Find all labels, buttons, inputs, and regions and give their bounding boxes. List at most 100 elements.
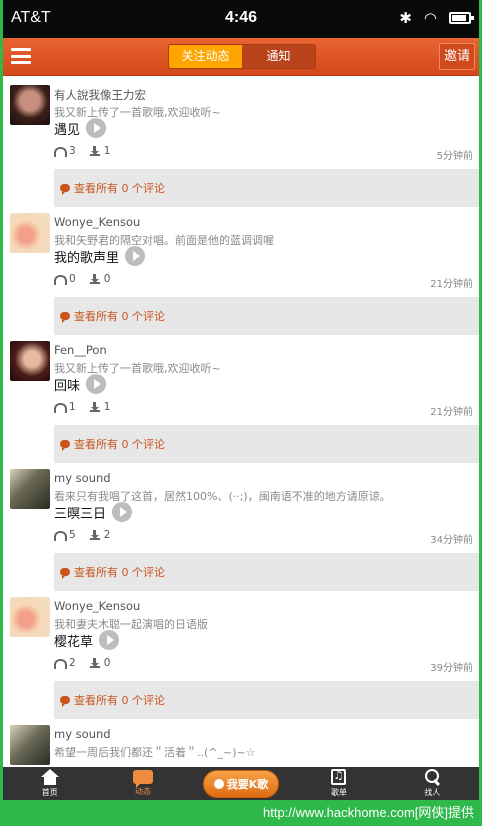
- play-icon[interactable]: [86, 118, 107, 138]
- avatar[interactable]: [10, 213, 50, 253]
- tab-switcher: 关注动态 通知: [168, 44, 316, 69]
- username[interactable]: my sound: [54, 471, 111, 485]
- comments-link[interactable]: 查看所有 0 个评论: [54, 169, 479, 207]
- username[interactable]: Fen__Pon: [54, 343, 107, 357]
- avatar[interactable]: [10, 725, 50, 765]
- post-description: 希望一周后我们都还＂活着＂..(^_~)~☆: [54, 746, 256, 759]
- song-title[interactable]: 三暝三日: [54, 503, 106, 522]
- invite-button[interactable]: 邀请: [439, 43, 475, 70]
- comments-label: 查看所有 0 个评论: [74, 694, 165, 707]
- username[interactable]: Wonye_Kensou: [54, 215, 140, 229]
- nav-home[interactable]: 首页: [3, 767, 96, 800]
- menu-icon[interactable]: [11, 46, 31, 66]
- song-title[interactable]: 遇见: [54, 119, 80, 138]
- download-count: 0: [103, 657, 111, 669]
- play-icon[interactable]: [125, 246, 146, 266]
- download-icon: [89, 402, 100, 412]
- comments-link[interactable]: 查看所有 0 个评论: [54, 553, 479, 591]
- song-title-row: 樱花草: [54, 630, 120, 650]
- headphones-icon: [54, 146, 67, 157]
- comments-label: 查看所有 0 个评论: [74, 182, 165, 195]
- chat-bubble-icon: [132, 770, 153, 788]
- feed-item: my sound 希望一周后我们都还＂活着＂..(^_~)~☆: [3, 717, 479, 767]
- avatar[interactable]: [10, 597, 50, 637]
- comment-bubble-icon: [60, 440, 70, 451]
- home-icon: [40, 769, 59, 785]
- download-icon: [89, 146, 100, 156]
- top-bar: 关注动态 通知 邀请: [3, 38, 479, 76]
- song-stats: 3 1: [54, 145, 110, 157]
- bottom-nav: 首页 动态 我要K歌 歌单 找人: [3, 767, 479, 800]
- song-title-row: 回味: [54, 374, 107, 394]
- feed-item: Wonye_Kensou 我和矢野君的隔空对唱。前面是他的蓝调调喔 我的歌声里 …: [3, 205, 479, 335]
- post-time: 21分钟前: [430, 407, 473, 418]
- play-icon[interactable]: [86, 374, 107, 394]
- song-stats: 2 0: [54, 657, 110, 669]
- comments-link[interactable]: 查看所有 0 个评论: [54, 425, 479, 463]
- download-icon: [89, 530, 100, 540]
- play-count: 2: [69, 657, 76, 669]
- avatar[interactable]: [10, 469, 50, 509]
- play-count: 3: [69, 145, 76, 157]
- post-time: 21分钟前: [430, 279, 473, 290]
- song-title-row: 遇见: [54, 118, 107, 138]
- nav-songlist[interactable]: 歌单: [292, 767, 385, 800]
- comments-link[interactable]: 查看所有 0 个评论: [54, 681, 479, 719]
- comment-bubble-icon: [60, 696, 70, 707]
- download-count: 0: [103, 273, 111, 285]
- play-icon[interactable]: [112, 502, 133, 522]
- play-icon[interactable]: [99, 630, 120, 650]
- avatar[interactable]: [10, 85, 50, 125]
- feed-item: 有人說我像王力宏 我又新上传了一首歌哦,欢迎收听~ 遇见 3 1 5分钟前 查看…: [3, 77, 479, 207]
- sing-karaoke-button[interactable]: 我要K歌: [202, 769, 279, 798]
- search-icon: [423, 769, 441, 785]
- comments-label: 查看所有 0 个评论: [74, 438, 165, 451]
- username[interactable]: Wonye_Kensou: [54, 599, 140, 613]
- comments-link[interactable]: 查看所有 0 个评论: [54, 297, 479, 335]
- nav-home-label: 首页: [41, 788, 58, 797]
- post-time: 39分钟前: [430, 663, 473, 674]
- headphones-icon: [54, 530, 67, 541]
- nav-find-label: 找人: [424, 788, 441, 797]
- comment-bubble-icon: [60, 312, 70, 323]
- song-title[interactable]: 回味: [54, 375, 80, 394]
- music-note-icon: [331, 769, 347, 785]
- status-icons: ✱ ◠: [399, 9, 474, 27]
- play-count: 1: [69, 401, 76, 413]
- song-title-row: 我的歌声里: [54, 246, 146, 266]
- post-time: 5分钟前: [436, 151, 473, 162]
- app-frame: AT&T 4:46 ✱ ◠ 关注动态 通知 邀请 有人說我像王力宏 我又新上传了…: [3, 0, 479, 800]
- microphone-icon: [213, 778, 224, 789]
- download-count: 1: [103, 145, 111, 157]
- download-icon: [89, 274, 100, 284]
- username[interactable]: 有人說我像王力宏: [54, 87, 146, 103]
- download-icon: [89, 658, 100, 668]
- wifi-icon: ◠: [423, 9, 437, 27]
- headphones-icon: [54, 402, 67, 413]
- song-title[interactable]: 樱花草: [54, 631, 93, 650]
- avatar[interactable]: [10, 341, 50, 381]
- tab-notifications[interactable]: 通知: [242, 45, 315, 68]
- song-stats: 5 2: [54, 529, 110, 541]
- username[interactable]: my sound: [54, 727, 111, 741]
- headphones-icon: [54, 658, 67, 669]
- post-time: 34分钟前: [430, 535, 473, 546]
- settings-gear-icon: ✱: [399, 9, 412, 27]
- activity-feed: 有人說我像王力宏 我又新上传了一首歌哦,欢迎收听~ 遇见 3 1 5分钟前 查看…: [3, 77, 479, 767]
- battery-icon: [449, 12, 474, 24]
- headphones-icon: [54, 274, 67, 285]
- comments-label: 查看所有 0 个评论: [74, 310, 165, 323]
- nav-ksong: 我要K歌: [190, 767, 293, 800]
- status-bar: AT&T 4:46 ✱ ◠: [3, 0, 479, 38]
- watermark-url: http://www.hackhome.com[网侠]提供: [263, 805, 474, 820]
- feed-item: Fen__Pon 我又新上传了一首歌哦,欢迎收听~ 回味 1 1 21分钟前 查…: [3, 333, 479, 463]
- tab-following-activity[interactable]: 关注动态: [169, 45, 242, 68]
- nav-activity[interactable]: 动态: [96, 767, 189, 800]
- nav-find[interactable]: 找人: [386, 767, 479, 800]
- song-title[interactable]: 我的歌声里: [54, 247, 119, 266]
- play-count: 0: [69, 273, 76, 285]
- download-count: 1: [103, 401, 111, 413]
- song-stats: 1 1: [54, 401, 110, 413]
- comment-bubble-icon: [60, 184, 70, 195]
- nav-songlist-label: 歌单: [330, 788, 347, 797]
